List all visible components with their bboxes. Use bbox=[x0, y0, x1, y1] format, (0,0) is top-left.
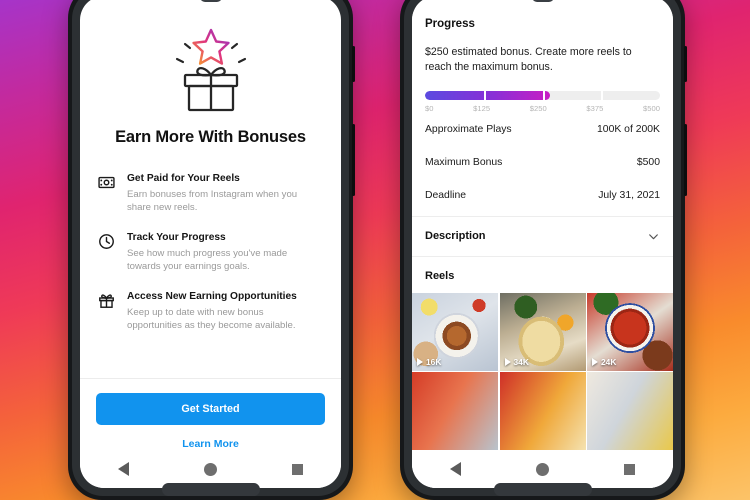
stat-row-deadline: Deadline July 31, 2021 bbox=[425, 179, 660, 212]
stat-value: $500 bbox=[636, 156, 660, 168]
description-label: Description bbox=[425, 230, 486, 243]
reel-play-count: 24K bbox=[592, 357, 616, 367]
front-camera-left bbox=[199, 0, 222, 2]
gift-box-with-star-icon bbox=[175, 28, 246, 112]
progress-tick-375 bbox=[601, 90, 604, 100]
feature-title: Access New Earning Opportunities bbox=[127, 290, 297, 302]
reel-image bbox=[587, 372, 673, 450]
play-icon bbox=[504, 357, 511, 366]
progress-bar-track bbox=[425, 90, 660, 100]
recents-button-icon[interactable] bbox=[624, 463, 636, 475]
play-count-value: 34K bbox=[513, 356, 529, 367]
reel-image bbox=[412, 372, 498, 450]
gift-icon bbox=[98, 292, 115, 309]
bonus-progress-screen: Progress $250 estimated bonus. Create mo… bbox=[412, 0, 673, 488]
feature-description: See how much progress you've made toward… bbox=[127, 247, 288, 273]
right-phone-device: Progress $250 estimated bonus. Create mo… bbox=[400, 0, 687, 500]
cta-area: Get Started Learn More bbox=[80, 378, 341, 450]
feature-item-get-paid: Get Paid for Your Reels Earn bonuses fro… bbox=[98, 173, 321, 215]
feature-description: Earn bonuses from Instagram when you sha… bbox=[127, 188, 298, 214]
progress-summary: $250 estimated bonus. Create more reels … bbox=[425, 46, 632, 74]
front-camera-right bbox=[531, 0, 554, 2]
reel-thumbnail[interactable]: 24K bbox=[587, 292, 673, 371]
page-title: Earn More With Bonuses bbox=[115, 128, 306, 146]
progress-label-0: $0 bbox=[425, 103, 434, 113]
clock-icon bbox=[98, 233, 115, 250]
play-count-value: 24K bbox=[601, 356, 617, 367]
home-button-icon[interactable] bbox=[203, 462, 217, 476]
feature-title: Track Your Progress bbox=[127, 231, 226, 243]
progress-bar-labels: $0 $125 $250 $375 $500 bbox=[425, 104, 660, 113]
progress-heading: Progress bbox=[425, 18, 475, 30]
reel-thumbnail[interactable] bbox=[499, 372, 586, 450]
reel-thumbnail[interactable] bbox=[587, 372, 673, 450]
home-button-icon[interactable] bbox=[535, 462, 549, 476]
money-bill-icon bbox=[98, 174, 115, 191]
progress-bar-group: $0 $125 $250 $375 $500 bbox=[425, 90, 660, 113]
stat-label: Approximate Plays bbox=[425, 123, 512, 135]
back-button-icon[interactable] bbox=[117, 462, 129, 476]
volume-down-button-left[interactable] bbox=[352, 124, 355, 196]
feature-item-new-opportunities: Access New Earning Opportunities Keep up… bbox=[98, 291, 321, 333]
stat-value: July 31, 2021 bbox=[598, 189, 660, 201]
volume-up-button-right[interactable] bbox=[684, 46, 687, 82]
play-count-value: 16K bbox=[426, 356, 442, 367]
stat-row-approximate-plays: Approximate Plays 100K of 200K bbox=[425, 113, 660, 146]
back-button-icon[interactable] bbox=[449, 462, 461, 476]
stat-label: Deadline bbox=[425, 189, 467, 201]
feature-item-track-progress: Track Your Progress See how much progres… bbox=[98, 232, 321, 274]
feature-description: Keep up to date with new bonus opportuni… bbox=[127, 306, 296, 332]
play-icon bbox=[417, 357, 423, 366]
play-icon bbox=[592, 357, 598, 366]
feature-list: Get Paid for Your Reels Earn bonuses fro… bbox=[80, 147, 341, 378]
reel-image bbox=[499, 372, 586, 450]
progress-bar-fill bbox=[425, 90, 550, 100]
volume-up-button-left[interactable] bbox=[352, 46, 355, 82]
gift-hero-illustration bbox=[80, 18, 341, 114]
right-phone-screen: Progress $250 estimated bonus. Create mo… bbox=[412, 0, 673, 488]
description-accordion[interactable]: Description bbox=[412, 215, 673, 257]
right-phone-chin bbox=[493, 483, 592, 496]
reel-play-count: 16K bbox=[417, 357, 441, 367]
progress-section: Progress $250 estimated bonus. Create mo… bbox=[412, 0, 673, 212]
left-phone-chin bbox=[161, 483, 260, 496]
get-started-button[interactable]: Get Started bbox=[96, 393, 325, 425]
chevron-down-icon[interactable] bbox=[647, 230, 660, 243]
left-phone-device: Earn More With Bonuses Get Paid for Your… bbox=[68, 0, 355, 500]
bonuses-intro-screen: Earn More With Bonuses Get Paid for Your… bbox=[80, 0, 341, 488]
reels-section-title: Reels bbox=[425, 269, 455, 282]
progress-label-1: $125 bbox=[473, 103, 491, 113]
reel-play-count: 34K bbox=[504, 356, 529, 367]
feature-title: Get Paid for Your Reels bbox=[127, 173, 240, 184]
progress-label-4: $500 bbox=[643, 103, 660, 113]
stat-label: Maximum Bonus bbox=[425, 156, 503, 168]
progress-tick-125 bbox=[483, 90, 486, 100]
learn-more-link[interactable]: Learn More bbox=[96, 425, 325, 450]
stat-value: 100K of 200K bbox=[597, 123, 660, 135]
progress-label-3: $375 bbox=[586, 103, 604, 113]
reel-thumbnail[interactable]: 34K bbox=[499, 292, 586, 371]
left-phone-screen: Earn More With Bonuses Get Paid for Your… bbox=[80, 0, 341, 488]
screenshot-stage: Earn More With Bonuses Get Paid for Your… bbox=[0, 0, 750, 500]
reel-thumbnail[interactable]: 16K bbox=[412, 292, 498, 371]
reel-thumbnail[interactable] bbox=[412, 372, 498, 450]
reels-grid: 16K 34K 24K bbox=[412, 292, 673, 450]
progress-tick-250 bbox=[542, 90, 545, 100]
volume-down-button-right[interactable] bbox=[684, 124, 687, 196]
progress-label-2: $250 bbox=[529, 103, 547, 113]
recents-button-icon[interactable] bbox=[292, 463, 304, 475]
stat-row-maximum-bonus: Maximum Bonus $500 bbox=[425, 146, 660, 179]
